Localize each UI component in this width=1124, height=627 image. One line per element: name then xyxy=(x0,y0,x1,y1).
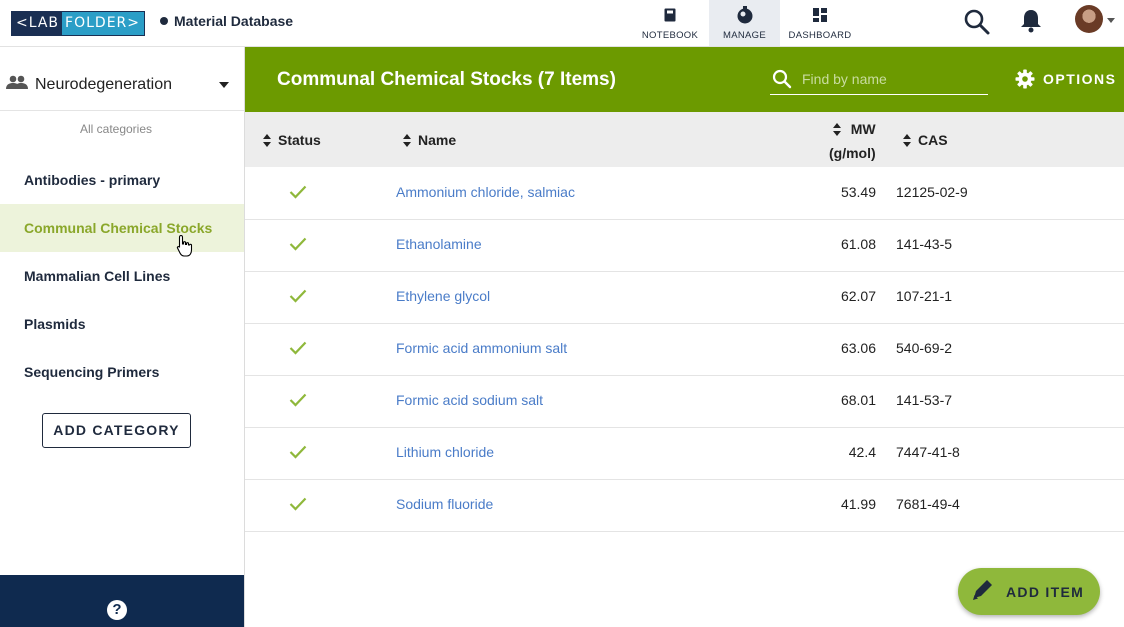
item-mw: 53.49 xyxy=(840,184,876,200)
item-name-link[interactable]: Ammonium chloride, salmiac xyxy=(396,184,575,200)
column-status-label: Status xyxy=(278,132,321,148)
check-icon xyxy=(289,237,307,256)
search-icon[interactable] xyxy=(963,8,991,41)
check-icon xyxy=(289,497,307,516)
column-mw-label: MW xyxy=(850,121,876,137)
column-mw-unit: (g/mol) xyxy=(829,145,876,161)
sidebar-item-plasmids[interactable]: Plasmids xyxy=(0,300,244,348)
options-button[interactable]: OPTIONS xyxy=(1015,69,1117,89)
group-name: Neurodegeneration xyxy=(35,76,172,93)
table-row[interactable]: Lithium chloride 42.4 7447-41-8 xyxy=(245,428,1124,480)
table-row[interactable]: Ammonium chloride, salmiac 53.49 12125-02-… xyxy=(245,168,1124,220)
logo-text-left: <LAB xyxy=(12,12,63,35)
column-header-name[interactable]: Name xyxy=(403,132,456,148)
check-icon xyxy=(289,341,307,360)
tab-manage-label: MANAGE xyxy=(723,30,766,41)
check-icon xyxy=(289,289,307,308)
add-category-button[interactable]: ADD CATEGORY xyxy=(42,413,191,448)
item-name-link[interactable]: Sodium fluoride xyxy=(396,496,493,512)
options-label: OPTIONS xyxy=(1043,71,1117,87)
item-mw: 42.4 xyxy=(848,444,876,460)
check-icon xyxy=(289,445,307,464)
help-icon[interactable]: ? xyxy=(107,600,127,620)
tab-notebook[interactable]: NOTEBOOK xyxy=(636,0,704,46)
item-mw: 62.07 xyxy=(840,288,876,304)
item-name-link[interactable]: Formic acid ammonium salt xyxy=(396,340,567,356)
check-icon xyxy=(289,393,307,412)
all-categories-link[interactable]: All categories xyxy=(0,122,232,136)
manage-icon xyxy=(709,0,780,30)
table-header: Status Name MW (g/mol) CAS xyxy=(245,112,1124,167)
logo-text-right: FOLDER> xyxy=(62,12,145,35)
labfolder-logo[interactable]: <LAB FOLDER> xyxy=(11,11,146,36)
sort-icon xyxy=(903,133,912,147)
sidebar-item-mammalian-cell-lines[interactable]: Mammalian Cell Lines xyxy=(0,252,244,300)
column-cas-label: CAS xyxy=(918,132,948,148)
sidebar: Neurodegeneration All categories Antibod… xyxy=(0,47,245,627)
gear-icon xyxy=(1015,69,1035,89)
item-mw: 68.01 xyxy=(840,392,876,408)
user-avatar[interactable] xyxy=(1075,5,1103,33)
tab-manage[interactable]: MANAGE xyxy=(709,0,780,46)
item-name-link[interactable]: Lithium chloride xyxy=(396,444,494,460)
notebook-icon xyxy=(636,0,704,30)
item-cas: 141-53-7 xyxy=(896,392,953,408)
bell-icon[interactable] xyxy=(1019,8,1043,39)
group-selector[interactable]: Neurodegeneration xyxy=(0,47,244,111)
add-item-button[interactable]: ADD ITEM xyxy=(958,568,1100,615)
column-name-label: Name xyxy=(418,132,457,148)
column-header-status[interactable]: Status xyxy=(263,132,321,148)
add-item-label: ADD ITEM xyxy=(1006,583,1085,600)
dashboard-icon xyxy=(784,0,856,30)
item-mw: 63.06 xyxy=(840,340,876,356)
search-input[interactable] xyxy=(800,70,984,88)
database-title-label: Material Database xyxy=(174,13,294,29)
top-bar: <LAB FOLDER> Material Database NOTEBOOK … xyxy=(0,0,1124,47)
item-cas: 7681-49-4 xyxy=(896,496,960,512)
table-row[interactable]: Ethylene glycol 62.07 107-21-1 xyxy=(245,272,1124,324)
check-icon xyxy=(289,185,307,204)
pen-icon xyxy=(970,576,996,607)
sort-icon xyxy=(263,133,272,147)
sidebar-item-antibodies-primary[interactable]: Antibodies - primary xyxy=(0,156,244,204)
item-cas: 141-43-5 xyxy=(896,236,953,252)
sort-icon xyxy=(832,122,842,136)
sidebar-footer: ? xyxy=(0,575,244,627)
table-row[interactable]: Ethanolamine 61.08 141-43-5 xyxy=(245,220,1124,272)
item-cas: 540-69-2 xyxy=(896,340,953,356)
database-title[interactable]: Material Database xyxy=(160,13,293,29)
chevron-down-icon[interactable] xyxy=(1107,18,1115,23)
people-icon xyxy=(6,75,28,94)
search-icon xyxy=(772,69,792,94)
item-cas: 12125-02-9 xyxy=(896,184,968,200)
search-box[interactable] xyxy=(770,67,988,95)
table-row[interactable]: Sodium fluoride 41.99 7681-49-4 xyxy=(245,480,1124,532)
page-title: Communal Chemical Stocks (7 Items) xyxy=(277,69,616,90)
item-cas: 7447-41-8 xyxy=(896,444,960,460)
category-header: Communal Chemical Stocks (7 Items) OPTIO… xyxy=(245,47,1124,112)
column-header-cas[interactable]: CAS xyxy=(903,132,948,148)
tab-dashboard-label: DASHBOARD xyxy=(788,30,852,41)
tab-dashboard[interactable]: DASHBOARD xyxy=(784,0,856,46)
tab-notebook-label: NOTEBOOK xyxy=(641,30,699,41)
item-name-link[interactable]: Formic acid sodium salt xyxy=(396,392,543,408)
item-mw: 61.08 xyxy=(840,236,876,252)
hand-cursor-icon xyxy=(176,234,194,263)
sidebar-item-communal-chemical-stocks[interactable]: Communal Chemical Stocks xyxy=(0,204,244,252)
sort-icon xyxy=(403,133,412,147)
item-mw: 41.99 xyxy=(840,496,876,512)
sidebar-item-sequencing-primers[interactable]: Sequencing Primers xyxy=(0,348,244,396)
database-dot-icon xyxy=(160,17,168,25)
table-row[interactable]: Formic acid ammonium salt 63.06 540-69-2 xyxy=(245,324,1124,376)
item-cas: 107-21-1 xyxy=(896,288,953,304)
item-name-link[interactable]: Ethanolamine xyxy=(396,236,482,252)
table-row[interactable]: Formic acid sodium salt 68.01 141-53-7 xyxy=(245,376,1124,428)
chevron-down-icon[interactable] xyxy=(219,82,229,88)
item-name-link[interactable]: Ethylene glycol xyxy=(396,288,490,304)
column-header-mw[interactable]: MW (g/mol) xyxy=(829,121,876,161)
